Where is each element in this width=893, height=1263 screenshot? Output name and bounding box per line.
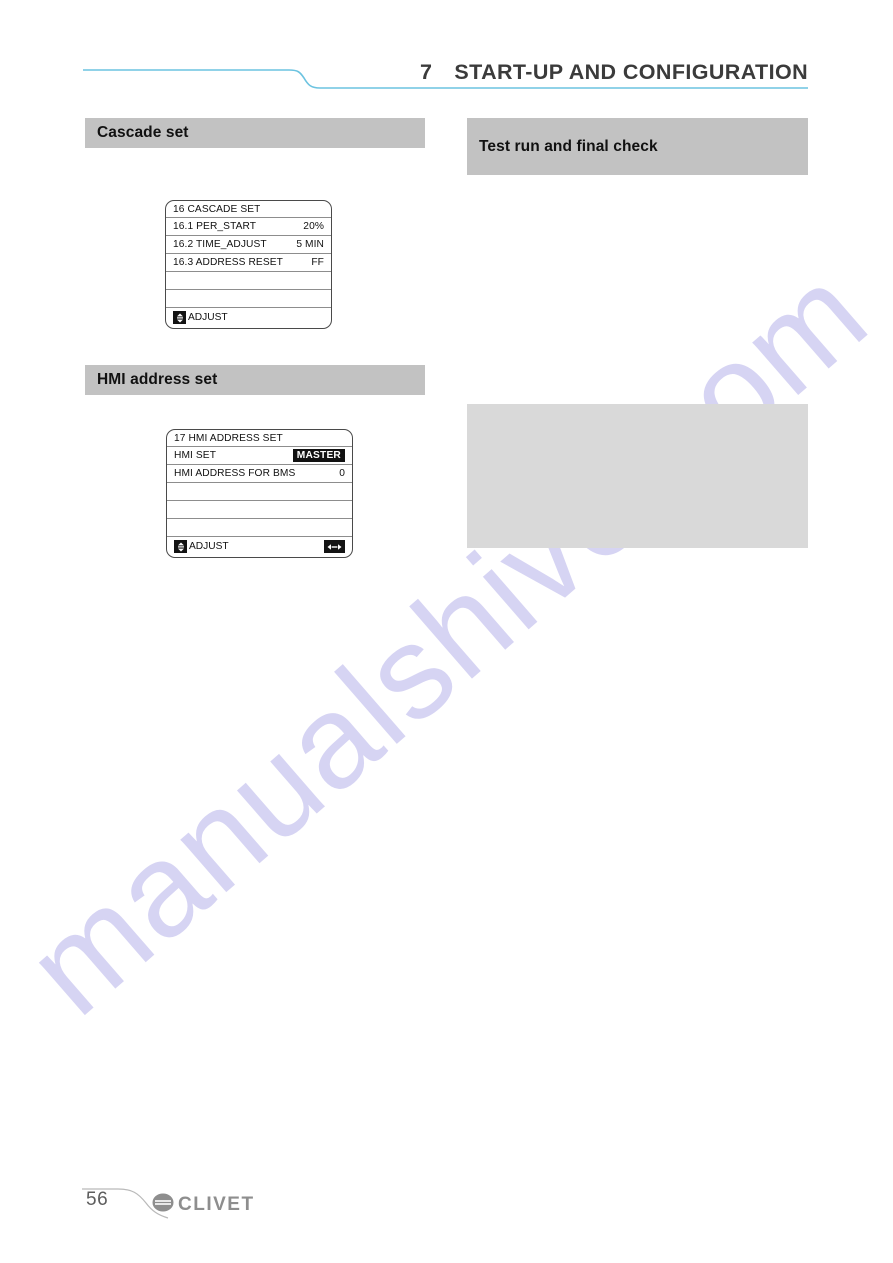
lcd-footer-adjust-label: ADJUST xyxy=(189,541,229,552)
lcd-footer-bar: ADJUST xyxy=(166,308,331,327)
lcd-footer-adjust[interactable]: ADJUST xyxy=(174,540,229,553)
lcd-row-label: HMI ADDRESS FOR BMS xyxy=(174,468,296,479)
lcd-row-label: 16.3 ADDRESS RESET xyxy=(173,257,283,268)
lcd-row-empty xyxy=(167,501,352,519)
chapter-title: START-UP AND CONFIGURATION xyxy=(454,60,808,84)
page-footer: 56 CLIVET xyxy=(0,1153,893,1263)
lcd-row-empty xyxy=(167,519,352,537)
lcd-row-hmi-set[interactable]: HMI SET MASTER xyxy=(167,447,352,465)
lcd-row-time-adjust[interactable]: 16.2 TIME_ADJUST 5 MIN xyxy=(166,236,331,254)
lcd-footer-adjust-label: ADJUST xyxy=(188,312,228,323)
lcd-footer-adjust[interactable]: ADJUST xyxy=(173,311,228,324)
chapter-number: 7 xyxy=(420,60,433,84)
lcd-row-value: 0 xyxy=(339,468,345,479)
brand-name: CLIVET xyxy=(178,1194,255,1215)
lcd-row-label: 16.1 PER_START xyxy=(173,221,257,232)
section-header-cascade-set-label: Cascade set xyxy=(97,124,189,141)
lcd-title-label: 16 CASCADE SET xyxy=(173,203,261,215)
page-title: 7 START-UP AND CONFIGURATION xyxy=(420,60,808,85)
lcd-footer-bar: ADJUST xyxy=(167,537,352,556)
lcd-row-per-start[interactable]: 16.1 PER_START 20% xyxy=(166,218,331,236)
lcd-row-value: 20% xyxy=(303,221,324,232)
brand-logo: CLIVET xyxy=(152,1193,255,1217)
right-column: Test run and final check xyxy=(467,118,808,548)
lcd-title-row: 16 CASCADE SET xyxy=(166,201,331,218)
header-rule-swoosh xyxy=(83,69,808,89)
left-column: Cascade set 16 CASCADE SET 16.1 PER_STAR… xyxy=(85,118,425,558)
section-header-test-run-label: Test run and final check xyxy=(479,137,658,155)
lcd-row-empty xyxy=(166,290,331,308)
lcd-row-address-reset[interactable]: 16.3 ADDRESS RESET FF xyxy=(166,254,331,272)
lcd-row-empty xyxy=(166,272,331,290)
lcd-row-hmi-address-for-bms[interactable]: HMI ADDRESS FOR BMS 0 xyxy=(167,465,352,483)
lcd-row-value: 5 MIN xyxy=(296,239,324,250)
lcd-row-value: FF xyxy=(311,257,324,268)
up-down-arrow-icon xyxy=(174,540,187,553)
page-number: 56 xyxy=(86,1189,109,1210)
left-right-arrow-icon[interactable] xyxy=(324,540,345,553)
page-header: 7 START-UP AND CONFIGURATION xyxy=(0,0,893,110)
lcd-row-label: HMI SET xyxy=(174,450,217,461)
section-header-cascade-set: Cascade set xyxy=(85,118,425,148)
lcd-panel-hmi-address-set: 17 HMI ADDRESS SET HMI SET MASTER HMI AD… xyxy=(166,429,353,558)
clivet-mark-icon xyxy=(152,1193,174,1217)
lcd-row-value-selected[interactable]: MASTER xyxy=(292,449,345,462)
section-header-hmi-address-set-label: HMI address set xyxy=(97,371,218,388)
section-header-test-run: Test run and final check xyxy=(467,118,808,175)
lcd-row-empty xyxy=(167,483,352,501)
lcd-title-row: 17 HMI ADDRESS SET xyxy=(167,430,352,447)
content-placeholder-block xyxy=(467,404,808,548)
up-down-arrow-icon xyxy=(173,311,186,324)
lcd-row-label: 16.2 TIME_ADJUST xyxy=(173,239,267,250)
section-header-hmi-address-set: HMI address set xyxy=(85,365,425,395)
lcd-panel-cascade-set: 16 CASCADE SET 16.1 PER_START 20% 16.2 T… xyxy=(165,200,332,329)
lcd-title-label: 17 HMI ADDRESS SET xyxy=(174,432,283,444)
